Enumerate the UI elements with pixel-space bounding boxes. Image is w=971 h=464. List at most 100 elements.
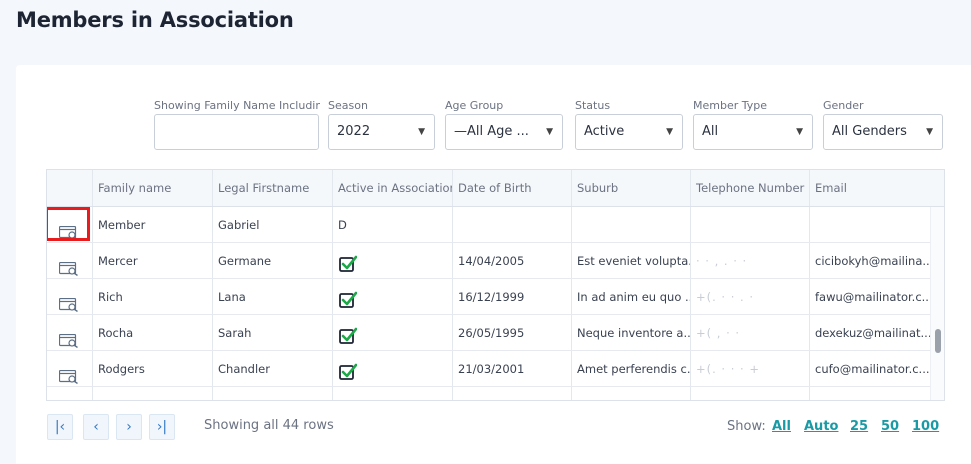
column-header-view (47, 170, 93, 206)
gender-value: All Genders (832, 124, 907, 139)
cell-active (333, 315, 453, 350)
cell-suburb (572, 207, 691, 242)
highlight-box (47, 207, 90, 241)
checkmark-icon (339, 251, 358, 272)
column-header-dob[interactable]: Date of Birth (453, 170, 572, 206)
cell-legal-firstname (213, 387, 333, 400)
age-group-value: —All Age ... (454, 124, 529, 139)
cell-legal-firstname: Gabriel (213, 207, 333, 242)
first-page-icon[interactable]: |‹ (47, 414, 73, 440)
filter-label: Status (575, 99, 611, 112)
cell-family-name (93, 387, 213, 400)
age-group-select[interactable]: —All Age ... ▼ (445, 114, 563, 150)
members-table: Family name Legal Firstname Active in As… (46, 169, 945, 401)
table-row[interactable]: Rocha Sarah 26/05/1995 Neque inventore a...… (47, 315, 944, 351)
row-count-text: Showing all 44 rows (204, 418, 334, 433)
cell-email (810, 387, 944, 400)
cell-active: D (333, 207, 453, 242)
checkmark-icon (339, 287, 358, 308)
show-option-25[interactable]: 25 (850, 419, 868, 434)
table-header: Family name Legal Firstname Active in As… (47, 170, 944, 207)
filter-label: Showing Family Name Including (154, 99, 320, 112)
show-option-auto[interactable]: Auto (804, 419, 838, 434)
show-option-100[interactable]: 100 (912, 419, 939, 434)
cell-email (810, 207, 944, 242)
filter-gender: Gender All Genders ▼ (823, 98, 943, 150)
cell-family-name: Mercer (93, 243, 213, 278)
cell-view (47, 315, 93, 350)
cell-view (47, 387, 93, 400)
column-header-telephone[interactable]: Telephone Number ... (691, 170, 810, 206)
cell-telephone: · · , . · · (691, 243, 810, 278)
cell-telephone: +(. · · . · (691, 279, 810, 314)
view-record-icon[interactable] (58, 326, 79, 349)
show-option-all[interactable]: All (772, 419, 791, 434)
next-page-icon[interactable]: › (116, 414, 142, 440)
table-row[interactable]: Member Gabriel D (47, 207, 944, 243)
column-header-email[interactable]: Email (810, 170, 944, 206)
cell-family-name: Rodgers (93, 351, 213, 386)
cell-active (333, 279, 453, 314)
cell-view (47, 207, 93, 242)
column-header-suburb[interactable]: Suburb (572, 170, 691, 206)
column-header-legal-firstname[interactable]: Legal Firstname (213, 170, 333, 206)
cell-suburb (572, 387, 691, 400)
cell-suburb: Est eveniet volupta... (572, 243, 691, 278)
cell-active (333, 351, 453, 386)
column-header-active[interactable]: Active in Association (333, 170, 453, 206)
cell-dob: 16/12/1999 (453, 279, 572, 314)
caret-down-icon: ▼ (546, 127, 553, 137)
cell-dob: 21/03/2001 (453, 351, 572, 386)
family-name-input[interactable] (154, 114, 319, 150)
cell-email: cicibokyh@mailina... (815, 254, 934, 268)
cell-family-name: Member (93, 207, 213, 242)
scrollbar-thumb[interactable] (935, 329, 941, 353)
cell-view (47, 351, 93, 386)
filter-age-group: Age Group —All Age ... ▼ (445, 98, 563, 150)
cell-legal-firstname: Lana (213, 279, 333, 314)
cell-family-name: Rocha (93, 315, 213, 350)
caret-down-icon: ▼ (418, 127, 425, 137)
cell-dob: 14/04/2005 (453, 243, 572, 278)
last-page-icon[interactable]: ›| (149, 414, 175, 440)
filter-season: Season 2022 ▼ (328, 98, 435, 150)
status-select[interactable]: Active ▼ (575, 114, 683, 150)
member-type-select[interactable]: All ▼ (693, 114, 813, 150)
cell-telephone: +(. · · · + (691, 351, 810, 386)
view-record-icon[interactable] (58, 254, 79, 277)
show-option-50[interactable]: 50 (881, 419, 899, 434)
vertical-scrollbar[interactable] (930, 207, 944, 400)
view-record-icon[interactable] (59, 398, 79, 400)
table-row[interactable] (47, 387, 944, 400)
cell-telephone (691, 207, 810, 242)
cell-family-name: Rich (93, 279, 213, 314)
season-value: 2022 (337, 124, 371, 139)
cell-email: dexekuz@mailinat... (815, 326, 932, 340)
cell-dob (453, 387, 572, 400)
prev-page-icon[interactable]: ‹ (83, 414, 109, 440)
cell-active (333, 243, 453, 278)
filter-status: Status Active ▼ (575, 98, 683, 150)
cell-legal-firstname: Sarah (213, 315, 333, 350)
cell-dob: 26/05/1995 (453, 315, 572, 350)
cell-active (333, 387, 453, 400)
caret-down-icon: ▼ (666, 127, 673, 137)
table-row[interactable]: Rich Lana 16/12/1999 In ad anim eu quo ... +… (47, 279, 944, 315)
caret-down-icon: ▼ (796, 127, 803, 137)
gender-select[interactable]: All Genders ▼ (823, 114, 943, 150)
cell-view (47, 243, 93, 278)
view-record-icon[interactable] (58, 290, 79, 313)
view-record-icon[interactable] (58, 362, 79, 385)
filter-label: Gender (823, 99, 864, 112)
cell-telephone: +( , · · (691, 315, 810, 350)
cell-email: cufo@mailinator.c... (815, 362, 930, 376)
caret-down-icon: ▼ (926, 127, 933, 137)
season-select[interactable]: 2022 ▼ (328, 114, 435, 150)
cell-legal-firstname: Chandler (213, 351, 333, 386)
column-header-family-name[interactable]: Family name (93, 170, 213, 206)
cell-dob (453, 207, 572, 242)
table-row[interactable]: Mercer Germane 14/04/2005 Est eveniet volup… (47, 243, 944, 279)
cell-view (47, 279, 93, 314)
table-row[interactable]: Rodgers Chandler 21/03/2001 Amet perferendi… (47, 351, 944, 387)
filter-label: Season (328, 99, 368, 112)
